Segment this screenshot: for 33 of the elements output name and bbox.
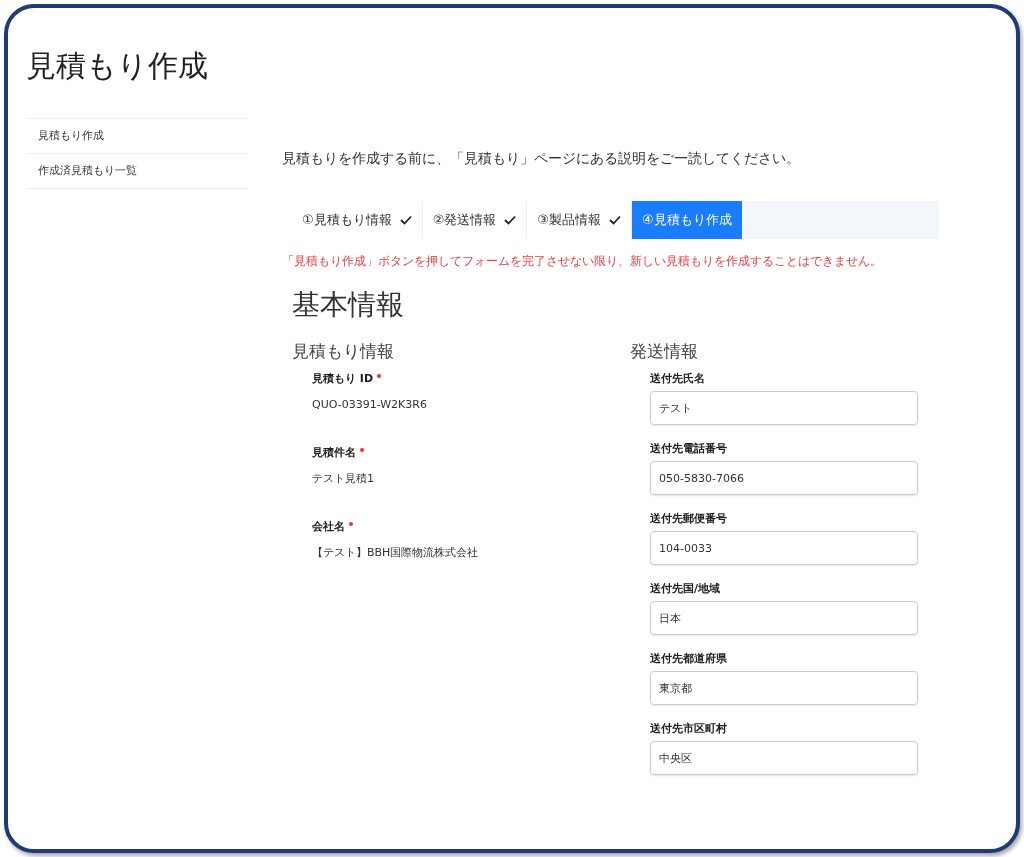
field-label: 送付先都道府県 [650,651,728,667]
input-field[interactable]: 中央区 [650,741,918,775]
field-label: 送付先郵便番号 [650,511,728,527]
input-field[interactable]: テスト [650,391,918,425]
field-value: QUO-03391-W2K3R6 [312,397,428,413]
field-value: 【テスト】BBH国際物流株式会社 [312,545,480,561]
input-field[interactable]: 東京都 [650,671,918,705]
page-title: 見積もり作成 [26,47,209,85]
field-label: 送付先市区町村 [650,721,728,737]
field-label: 送付先氏名 [650,371,706,387]
checkmark-icon [608,215,621,225]
intro-text: 見積もりを作成する前に、「見積もり」ページにある説明をご一読してください。 [282,149,801,168]
field-label: 見積件名 [312,445,356,461]
field-value: テスト見積1 [312,471,375,487]
step-tab[interactable]: ③製品情報 [527,201,632,239]
step-tab[interactable]: ②発送情報 [422,201,528,239]
input-field[interactable]: 日本 [650,601,918,635]
warning-text: 「見積もり作成」ボタンを押してフォームを完了させない限り、新しい見積もりを作成することはできません。 [282,253,883,269]
sidebar-item[interactable]: 作成済見積もり一覧 [26,154,248,189]
field-label: 会社名 [312,519,345,535]
step-tab[interactable]: ①見積もり情報 [292,201,423,239]
checkmark-icon [399,215,412,225]
column-heading: 発送情報 [630,340,699,363]
column-heading: 見積もり情報 [292,340,395,363]
input-field[interactable]: 050-5830-7066 [650,461,918,495]
input-field[interactable]: 104-0033 [650,531,918,565]
field-label: 送付先電話番号 [650,441,728,457]
sidebar-item[interactable]: 見積もり作成 [26,119,248,154]
section-title: 基本情報 [292,287,405,323]
step-tab[interactable]: ④見積もり作成 [631,201,742,239]
checkmark-icon [504,215,517,225]
field-label: 送付先国/地域 [650,581,722,597]
field-label: 見積もり ID [312,371,374,387]
